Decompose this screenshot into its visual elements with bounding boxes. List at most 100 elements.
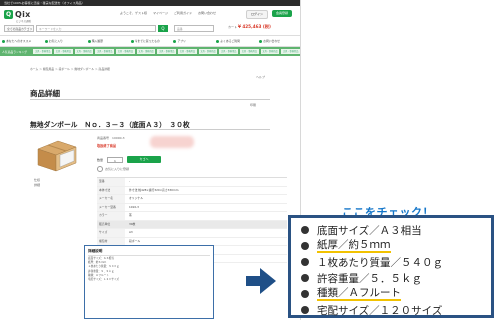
header-link[interactable]: お問い合わせ <box>198 11 216 15</box>
quantity-input[interactable]: 1 <box>107 156 124 163</box>
category-item[interactable]: 文具・事務用品 <box>33 49 53 54</box>
cart-summary[interactable]: カート ¥ 425,463 (税) <box>228 24 271 30</box>
list-item: 紙厚／約５ｍｍ <box>301 238 491 254</box>
category-item[interactable]: 文具・事務用品 <box>157 49 177 54</box>
callout-text: 宅配サイズ／１２０サイズ <box>317 304 443 317</box>
spec-key: サイズ <box>97 229 125 237</box>
category-item[interactable]: 文具・事務用品 <box>54 49 73 54</box>
header-link[interactable]: ようこそ、ゲスト様 <box>120 11 147 15</box>
logo-mark: Q <box>4 9 13 19</box>
spec-value: 1010-3 <box>129 204 139 209</box>
nav-item[interactable]: よくあるご質問 <box>214 36 257 46</box>
category-ranking[interactable]: 人気商品ランキング <box>2 50 31 54</box>
category-select[interactable]: 全ての商品カテゴリー <box>4 24 34 38</box>
category-item[interactable]: 文具・事務用品 <box>219 49 239 54</box>
nav-item[interactable]: 今までに買ったもの <box>129 36 172 46</box>
table-row: メーカー型番 1010-3 <box>97 203 287 212</box>
favorite-icon <box>97 166 103 172</box>
callout-box: 底面サイズ／Ａ３相当 紙厚／約５ｍｍ １枚あたり質量／５４０ｇ 許容重量／５．５… <box>288 215 494 318</box>
product-code: 商品番号 10000-3 <box>97 136 125 140</box>
bullet-icon <box>301 290 309 298</box>
category-bar: 人気商品ランキング 文具・事務用品 文具・事務用品 文具・事務用品 文具・事務用… <box>0 47 300 56</box>
spec-key: 梱包材 <box>97 237 125 245</box>
category-item[interactable]: 文具・事務用品 <box>95 49 115 54</box>
spec-value: 茶 <box>129 213 132 217</box>
cart-amount: ¥ 425,463 (税) <box>237 24 271 29</box>
spec-value: 外寸法 幅428×奥行320×高さ330mm <box>129 187 179 192</box>
product-status: 取扱終了商品 <box>97 144 117 148</box>
product-name: 無地ダンボール Ｎｏ．３－３（底面Ａ３） ３０枚 <box>30 121 190 129</box>
product-code-value: 10000-3 <box>112 136 125 140</box>
register-button[interactable]: 会員登録 <box>272 10 293 17</box>
print-link[interactable]: 印刷 <box>250 103 256 107</box>
spec-key: メーカー型番 <box>97 203 125 211</box>
login-button[interactable]: ログイン <box>246 10 269 19</box>
table-row: 本体寸法 外寸法 幅428×奥行320×高さ330mm <box>97 186 287 195</box>
detail-body: 底面サイズ：Ａ３相当 紙厚：約５ｍｍ １枚あたり質量：５４０ｇ 許容重量：５．５… <box>88 257 119 282</box>
table-row: 型番 - <box>97 178 287 187</box>
title-divider <box>30 99 270 100</box>
detail-tab[interactable]: 詳細 <box>34 183 40 188</box>
favorite-link[interactable]: お気に入りに登録 <box>97 166 129 172</box>
nav-item[interactable]: 購入履歴 <box>86 36 129 46</box>
category-item[interactable]: 文具・事務用品 <box>136 49 156 54</box>
category-item[interactable]: 文具・事務用品 <box>281 49 300 54</box>
help-link[interactable]: ヘルプ <box>256 75 265 79</box>
nav-item[interactable]: お気に入り <box>43 36 86 46</box>
callout-text-highlighted: 紙厚／約５ｍｍ <box>317 238 391 253</box>
search-input[interactable]: キーワードを入力 <box>36 24 156 32</box>
category-item[interactable]: 文具・事務用品 <box>240 49 259 54</box>
callout-text: 許容重量／５．５ｋｇ <box>317 272 422 285</box>
nav-label: あなたへのオススメ <box>6 39 32 43</box>
nav-dot-icon <box>259 39 263 43</box>
category-item[interactable]: 文具・事務用品 <box>74 49 94 54</box>
search-icon: Q <box>161 25 165 31</box>
nav-item[interactable]: あなたへのオススメ <box>0 36 43 46</box>
spec-value: オリジナル <box>129 196 143 200</box>
cart-label: カート <box>228 25 238 29</box>
nav-dot-icon <box>87 39 91 43</box>
bullet-icon <box>301 274 309 282</box>
callout-text-highlighted: 種類／Ａフルート <box>317 286 401 301</box>
callout-text: １枚あたり質量／５４０ｇ <box>317 256 443 269</box>
logo-subtitle: ビジネス通販 <box>16 20 32 23</box>
table-row: 販売単位 30枚 <box>97 220 287 229</box>
nav-item[interactable]: アプリ <box>171 36 214 46</box>
favorite-label: お気に入りに登録 <box>105 167 130 171</box>
spec-value: - <box>129 179 131 183</box>
table-row: サイズ A3 <box>97 229 287 238</box>
product-image[interactable] <box>34 137 80 175</box>
detail-description-box: 詳細説明 底面サイズ：Ａ３相当 紙厚：約５ｍｍ １枚あたり質量：５４０ｇ 許容重… <box>84 245 214 319</box>
bullet-icon <box>301 242 309 250</box>
header-link[interactable]: マイページ <box>153 11 168 15</box>
detail-divider <box>88 255 210 256</box>
product-code-label: 商品番号 <box>97 136 110 140</box>
quantity-row: 数量 1 カゴへ <box>97 156 162 163</box>
nav-label: よくあるご質問 <box>220 39 240 43</box>
table-row: メーカー名 オリジナル <box>97 195 287 204</box>
header-links: ようこそ、ゲスト様 マイページ ご利用ガイド お問い合わせ <box>120 11 216 15</box>
header-link[interactable]: ご利用ガイド <box>174 11 192 15</box>
add-to-cart-button[interactable]: カゴへ <box>127 156 162 163</box>
nav-dot-icon <box>2 39 5 43</box>
category-item[interactable]: 文具・事務用品 <box>198 49 218 54</box>
nav-item[interactable]: お問い合わせ <box>257 36 300 46</box>
breadcrumb[interactable]: ホーム ＞ 梱包用品 ＞ 段ボール ＞ 無地ダンボール ＞ 商品詳細 <box>30 67 110 71</box>
product-divider <box>30 129 270 130</box>
site-logo[interactable]: Q Qix <box>4 9 31 19</box>
category-item[interactable]: 文具・事務用品 <box>178 49 197 54</box>
detail-line: 宅配サイズ：１２０サイズ <box>88 278 119 282</box>
main-nav: あなたへのオススメ お気に入り 購入履歴 今までに買ったもの アプリ よくあるご… <box>0 35 300 47</box>
category-item[interactable]: 文具・事務用品 <box>116 49 135 54</box>
search-button[interactable]: Q <box>158 24 168 32</box>
item-number-input[interactable]: 品番 <box>174 24 214 32</box>
logo-text: Qix <box>15 9 31 19</box>
nav-label: アプリ <box>177 39 186 43</box>
top-notice-bar: 当社で100%お客様に迅速・確実な配送を（オフィス用品） <box>0 0 300 6</box>
bullet-icon <box>301 258 309 266</box>
spec-value: A3 <box>129 230 133 234</box>
category-item[interactable]: 文具・事務用品 <box>260 49 280 54</box>
spec-key: メーカー名 <box>97 195 125 203</box>
callout-text: 底面サイズ／Ａ３相当 <box>317 224 422 237</box>
list-item: 種類／Ａフルート <box>301 286 491 302</box>
